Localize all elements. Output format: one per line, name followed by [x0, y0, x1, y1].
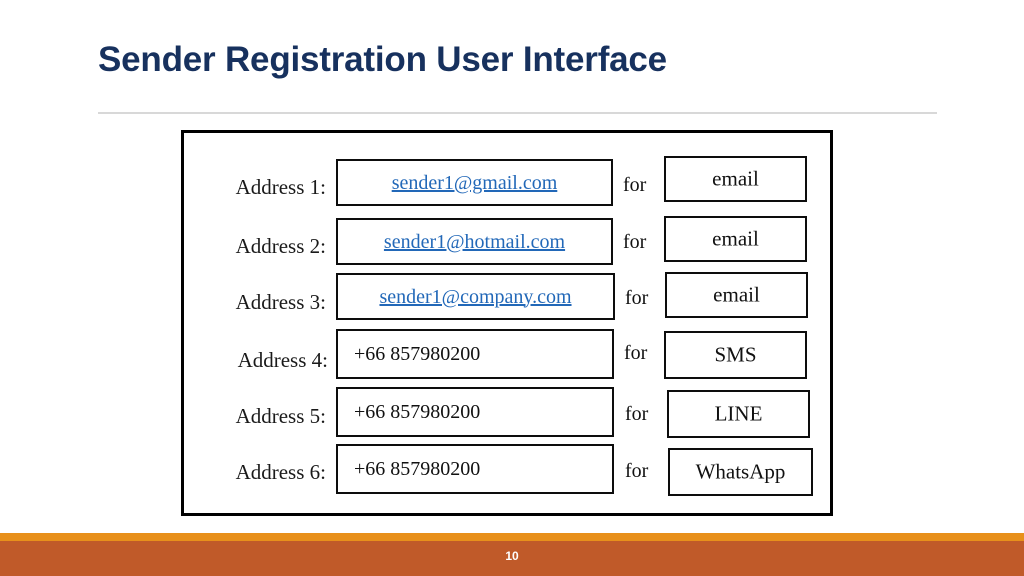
address-value-box-4[interactable]: +66 857980200: [336, 329, 614, 379]
address-type-box-4[interactable]: SMS: [664, 331, 807, 379]
for-label-4: for: [624, 342, 648, 364]
address-type-box-6[interactable]: WhatsApp: [668, 448, 813, 496]
page-title: Sender Registration User Interface: [98, 40, 667, 79]
address-label-3: Address 3:: [235, 290, 326, 314]
address-type-4: SMS: [714, 342, 757, 367]
address-value-5: +66 857980200: [354, 401, 481, 423]
address-value-box-5[interactable]: +66 857980200: [336, 387, 614, 437]
for-label-5: for: [625, 403, 649, 425]
address-label-2: Address 2:: [235, 234, 326, 258]
address-value-6: +66 857980200: [354, 458, 481, 480]
address-type-5: LINE: [714, 401, 763, 426]
address-value-4: +66 857980200: [354, 343, 481, 365]
footer-accent-stripe: [0, 533, 1024, 541]
sender-registration-form-frame: Address 1: sender1@gmail.com for email A…: [181, 130, 833, 516]
address-type-6: WhatsApp: [695, 459, 786, 484]
address-value-box-6[interactable]: +66 857980200: [336, 444, 614, 494]
for-label-6: for: [625, 460, 649, 482]
for-label-2: for: [623, 231, 647, 253]
for-label-3: for: [625, 287, 649, 309]
address-label-5: Address 5:: [235, 404, 326, 428]
title-divider: [98, 112, 937, 114]
slide-canvas: Sender Registration User Interface Addre…: [0, 0, 1024, 576]
address-label-4: Address 4:: [237, 348, 328, 372]
address-value-box-3[interactable]: sender1@company.com: [336, 273, 615, 320]
address-label-6: Address 6:: [235, 460, 326, 484]
address-value-3: sender1@company.com: [379, 285, 572, 308]
address-value-box-2[interactable]: sender1@hotmail.com: [336, 218, 613, 265]
form-row: Address 6: +66 857980200 for WhatsApp: [184, 133, 830, 496]
address-type-box-3[interactable]: email: [665, 272, 808, 318]
address-type-box-2[interactable]: email: [664, 216, 807, 262]
address-type-3: email: [713, 282, 760, 307]
address-type-2: email: [712, 226, 759, 251]
address-value-2: sender1@hotmail.com: [383, 230, 566, 253]
address-type-box-5[interactable]: LINE: [667, 390, 810, 438]
page-number: 10: [505, 549, 519, 563]
